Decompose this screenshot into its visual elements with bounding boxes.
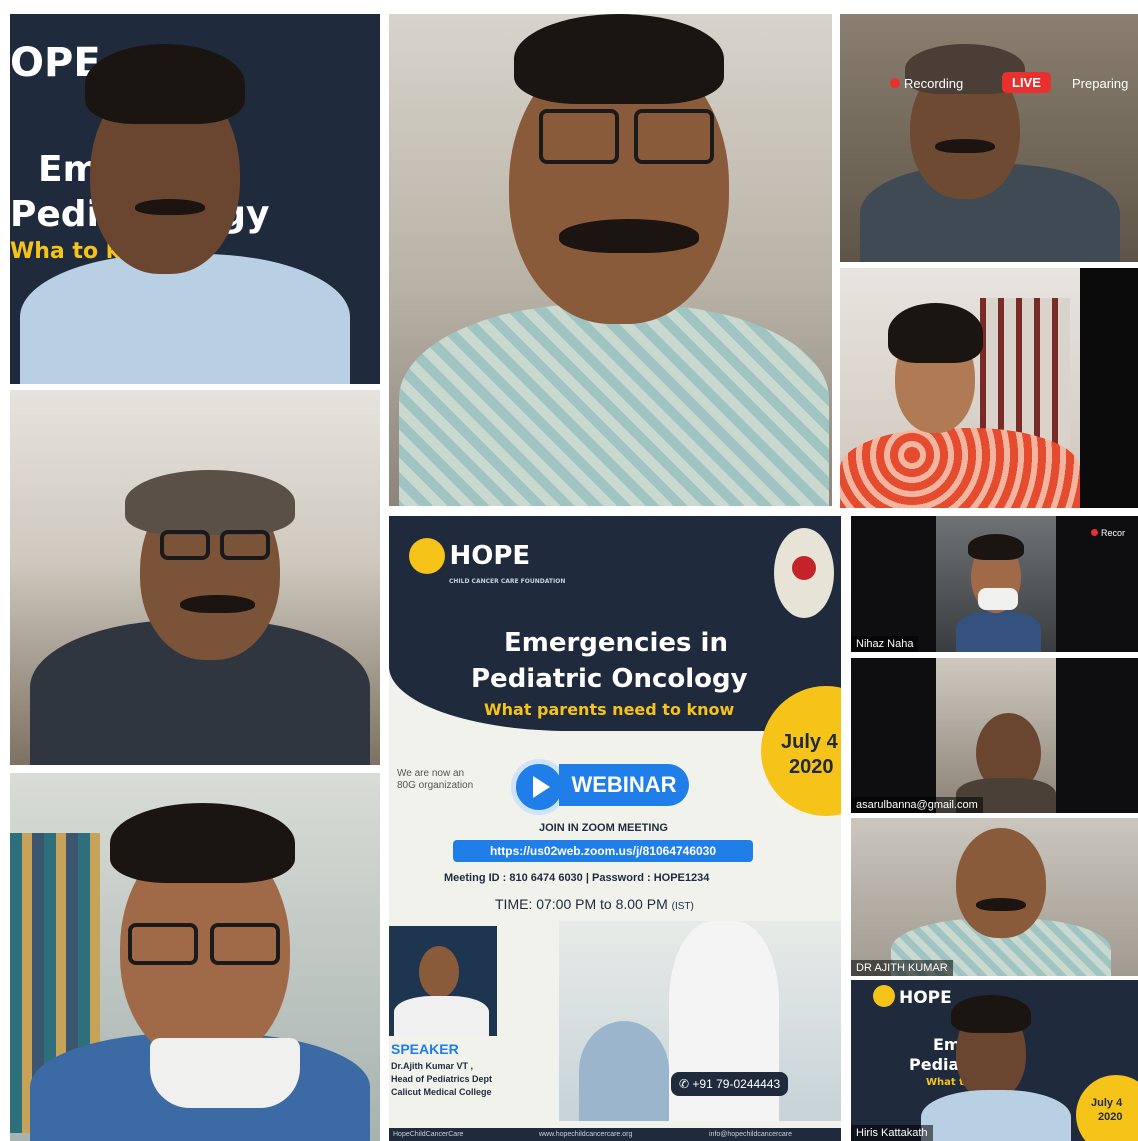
hope-logo: HOPE xyxy=(409,538,530,574)
speaker-name: Dr.Ajith Kumar VT , xyxy=(391,1061,474,1071)
video-tile-main-speaker[interactable] xyxy=(389,14,832,506)
video-tile-hiris[interactable]: HOPE Em es in Pedia cology What to know … xyxy=(851,980,1138,1141)
participant-name: asarulbanna@gmail.com xyxy=(851,797,983,813)
participant-avatar xyxy=(10,14,380,384)
poster-title-line2: Pediatric Oncology xyxy=(471,664,748,694)
whatsapp-icon: ✆ xyxy=(679,1077,690,1091)
footer-email: info@hopechildcancercare xyxy=(709,1131,792,1138)
participant-avatar xyxy=(851,980,1138,1141)
speaker-college: Calicut Medical College xyxy=(391,1087,492,1097)
participant-name: DR AJITH KUMAR xyxy=(851,960,953,976)
live-badge: LIVE xyxy=(1002,72,1051,93)
participant-avatar xyxy=(840,14,1138,262)
video-tile-participant-woman[interactable] xyxy=(840,268,1138,508)
date-month: July 4 xyxy=(781,731,838,753)
video-tile-nihaz[interactable]: Recor Nihaz Naha xyxy=(851,516,1138,652)
speaker-photo xyxy=(389,926,497,1036)
phone-badge: ✆ +91 79-0244443 xyxy=(671,1072,789,1096)
participant-avatar xyxy=(851,818,1138,976)
participant-name: Nihaz Naha xyxy=(851,636,919,652)
poster-subtitle: What parents need to know xyxy=(484,700,735,719)
ngo-line2: 80G organization xyxy=(397,780,474,791)
hope-logo-icon xyxy=(409,538,445,574)
recording-dot-icon xyxy=(890,78,900,88)
footer-social: HopeChildCancerCare xyxy=(393,1131,464,1138)
video-tile-asarulbanna[interactable]: asarulbanna@gmail.com xyxy=(851,658,1138,813)
camera-feed xyxy=(936,516,1056,652)
date-year: 2020 xyxy=(789,756,834,778)
camera-feed xyxy=(936,658,1056,813)
hope-logo-text: HOPE xyxy=(449,541,531,571)
participant-avatar xyxy=(389,14,832,506)
poster-title-line1: Emergencies in xyxy=(504,628,728,658)
zoom-link[interactable]: https://us02web.zoom.us/j/81064746030 xyxy=(453,840,753,862)
recording-label: Recor xyxy=(1101,528,1126,538)
webinar-poster[interactable]: HOPE CHILD CANCER CARE FOUNDATION Emerge… xyxy=(389,516,841,1141)
video-tile-ajith-kumar[interactable]: DR AJITH KUMAR xyxy=(851,818,1138,976)
hope-logo-subtitle: CHILD CANCER CARE FOUNDATION xyxy=(449,578,566,585)
speaker-label: SPEAKER xyxy=(391,1041,459,1057)
participant-avatar xyxy=(840,268,1080,508)
meeting-id: Meeting ID : 810 6474 6030 | Password : … xyxy=(444,872,710,884)
time-text: TIME: 07:00 PM to 8.00 PM xyxy=(495,896,668,912)
recording-indicator: Recor xyxy=(1091,528,1125,538)
video-tile-participant[interactable] xyxy=(10,390,380,765)
preparing-label: Preparing xyxy=(1072,76,1129,91)
recording-label: Recording xyxy=(904,76,964,91)
webinar-button[interactable]: WEBINAR xyxy=(559,764,689,806)
footer-website: www.hopechildcancercare.org xyxy=(539,1131,633,1138)
academy-emblem-icon xyxy=(774,528,834,618)
poster-footer: HopeChildCancerCare www.hopechildcancerc… xyxy=(389,1128,841,1141)
face-mask xyxy=(150,1038,300,1108)
participant-avatar xyxy=(10,773,380,1141)
join-label: JOIN IN ZOOM MEETING xyxy=(539,822,668,834)
time-zone: (IST) xyxy=(671,901,694,912)
video-tile-participant-recording[interactable]: Recording LIVE Preparing xyxy=(840,14,1138,262)
participant-name: Hiris Kattakath xyxy=(851,1125,933,1141)
phone-number: +91 79-0244443 xyxy=(692,1077,781,1091)
ngo-line1: We are now an xyxy=(397,768,465,779)
recording-dot-icon xyxy=(1091,529,1098,536)
recording-indicator: Recording xyxy=(890,76,963,91)
video-tile-speaker-banner[interactable]: OPE Em ies in Pedi ncology Wha to know xyxy=(10,14,380,384)
speaker-role: Head of Pediatrics Dept xyxy=(391,1074,493,1084)
video-tile-participant-masked[interactable] xyxy=(10,773,380,1141)
webinar-time: TIME: 07:00 PM to 8.00 PM (IST) xyxy=(495,896,694,912)
participant-avatar xyxy=(10,390,380,765)
